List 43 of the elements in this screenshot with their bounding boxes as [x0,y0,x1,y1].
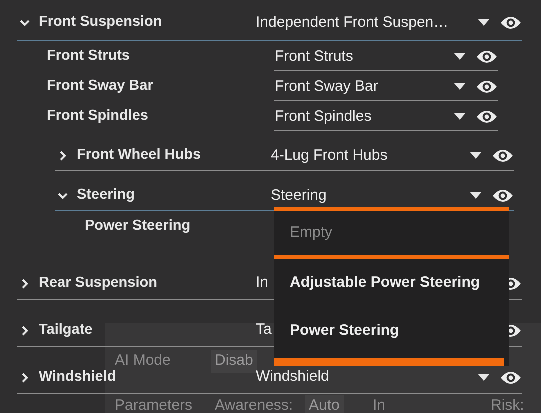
dropdown-value[interactable]: Ta [256,319,272,342]
dropdown-caret-icon[interactable] [478,374,490,382]
menu-option[interactable]: Adjustable Power Steering [274,259,509,307]
dropdown-value[interactable]: Windshield [256,366,330,389]
eye-icon[interactable] [476,79,498,95]
in-lane-label: In [373,396,386,413]
dropdown-value[interactable]: Independent Front Suspen… [256,12,449,34]
eye-icon[interactable] [492,148,514,164]
row-label: Tailgate [39,320,93,340]
dropdown-caret-icon[interactable] [470,152,482,160]
eye-icon[interactable] [492,188,514,204]
dropdown-value[interactable]: Front Sway Bar [275,76,378,98]
eye-icon[interactable] [500,15,522,31]
parameters-label: Parameters [115,396,193,413]
awareness-value: Auto [305,395,344,413]
dropdown-caret-icon[interactable] [454,53,466,61]
menu-option[interactable]: Power Steering [274,307,509,355]
dropdown-caret-icon[interactable] [454,113,466,121]
row-label: Front Wheel Hubs [77,146,202,166]
row-label: Rear Suspension [39,274,158,293]
row-label: Power Steering [85,217,191,236]
dropdown-value[interactable]: Front Spindles [275,106,372,128]
row-label: Front Sway Bar [47,77,154,96]
row-label: Steering [77,186,136,206]
dropdown-caret-icon[interactable] [470,192,482,200]
eye-icon[interactable] [476,49,498,65]
dropdown-value[interactable]: 4-Lug Front Hubs [271,144,388,168]
row-label: Windshield [39,368,116,387]
row-label: Front Suspension [39,13,162,32]
ai-mode-label: AI Mode [115,351,171,370]
ai-mode-value: Disab [211,350,258,372]
dropdown-value[interactable]: Steering [271,184,327,208]
risk-label: Risk: [491,396,524,413]
dropdown-caret-icon[interactable] [454,83,466,91]
eye-icon[interactable] [500,370,522,386]
row-label: Front Spindles [47,107,148,126]
menu-option[interactable]: Empty [274,211,509,259]
awareness-label: Awareness: [215,396,294,413]
dropdown-caret-icon[interactable] [478,19,490,27]
eye-icon[interactable] [476,109,498,125]
dropdown-value[interactable]: Front Struts [275,46,354,68]
row-label: Front Struts [47,47,130,66]
dropdown-value[interactable]: In [256,272,269,295]
